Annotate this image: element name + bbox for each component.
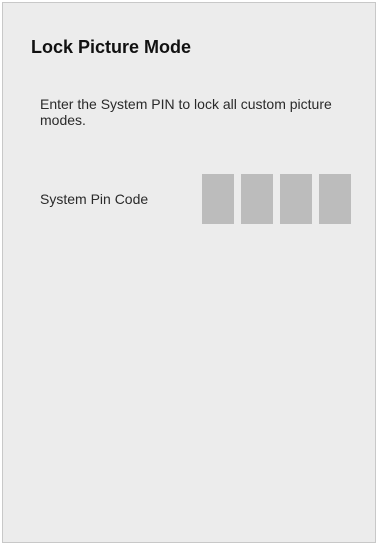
lock-picture-mode-panel: Lock Picture Mode Enter the System PIN t… (2, 2, 376, 543)
pin-code-input[interactable] (202, 174, 351, 224)
page-title: Lock Picture Mode (31, 37, 192, 57)
instruction-text: Enter the System PIN to lock all custom … (40, 96, 332, 128)
pin-digit-4[interactable] (319, 174, 351, 224)
pin-digit-3[interactable] (280, 174, 312, 224)
pin-digit-1[interactable] (202, 174, 234, 224)
pin-digit-2[interactable] (241, 174, 273, 224)
pin-code-label: System Pin Code (40, 191, 149, 207)
